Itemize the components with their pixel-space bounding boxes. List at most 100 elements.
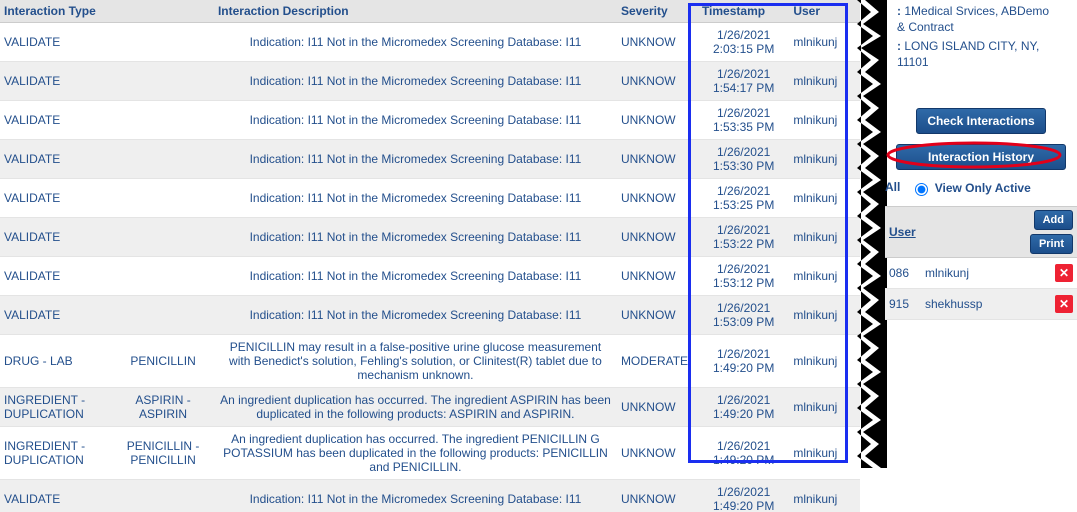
cell-timestamp: 1/26/20211:53:30 PM <box>698 140 789 179</box>
cell-timestamp: 1/26/20211:53:22 PM <box>698 218 789 257</box>
cell-type: VALIDATE <box>0 179 112 218</box>
print-button[interactable]: Print <box>1030 234 1073 254</box>
cell-ingredient <box>112 62 214 101</box>
cell-severity: UNKNOW <box>617 480 698 512</box>
user-list-row[interactable]: 086mlnikunj✕ <box>885 258 1077 289</box>
col-header-sev[interactable]: Severity <box>617 0 698 23</box>
table-row[interactable]: VALIDATE Indication: I11 Not in the Micro… <box>0 257 860 296</box>
cell-description: Indication: I11 Not in the Micromedex Sc… <box>214 296 617 335</box>
cell-ingredient <box>112 101 214 140</box>
table-row[interactable]: INGREDIENT - DUPLICATIONASPIRIN - ASPIRI… <box>0 388 860 427</box>
cell-description: An ingredient duplication has occurred. … <box>214 388 617 427</box>
cell-user: mlnikunj <box>789 257 860 296</box>
row-number: 086 <box>889 266 925 280</box>
cell-severity: UNKNOW <box>617 179 698 218</box>
cell-severity: MODERATE <box>617 335 698 388</box>
cell-description: PENICILLIN may result in a false-positiv… <box>214 335 617 388</box>
table-row[interactable]: VALIDATE Indication: I11 Not in the Micro… <box>0 140 860 179</box>
cell-type: VALIDATE <box>0 257 112 296</box>
cell-severity: UNKNOW <box>617 257 698 296</box>
cell-type: VALIDATE <box>0 480 112 512</box>
interaction-history-button[interactable]: Interaction History <box>896 144 1066 170</box>
cell-timestamp: 1/26/20211:49:20 PM <box>698 427 789 480</box>
cell-severity: UNKNOW <box>617 101 698 140</box>
table-row[interactable]: VALIDATEIndication: I11 Not in the Micro… <box>0 179 860 218</box>
cell-description: Indication: I11 Not in the Micromedex Sc… <box>214 23 617 62</box>
cell-type: VALIDATE <box>0 218 112 257</box>
cell-user: mlnikunj <box>789 427 860 480</box>
facility-line1: 1Medical Srvices, ABDemo <box>904 4 1049 18</box>
col-header-user[interactable]: User <box>789 0 860 23</box>
row-user: mlnikunj <box>925 266 1055 280</box>
cell-description: Indication: I11 Not in the Micromedex Sc… <box>214 480 617 512</box>
view-only-active-option[interactable]: View Only Active <box>910 181 1030 195</box>
cell-ingredient <box>112 140 214 179</box>
cell-timestamp: 1/26/20212:03:15 PM <box>698 23 789 62</box>
cell-timestamp: 1/26/20211:49:20 PM <box>698 335 789 388</box>
cell-type: VALIDATE <box>0 296 112 335</box>
delete-icon[interactable]: ✕ <box>1055 295 1073 313</box>
col-header-ing <box>112 0 214 23</box>
cell-ingredient <box>112 480 214 512</box>
delete-icon[interactable]: ✕ <box>1055 264 1073 282</box>
cell-type: INGREDIENT - DUPLICATION <box>0 388 112 427</box>
table-row[interactable]: VALIDATE Indication: I11 Not in the Micro… <box>0 101 860 140</box>
col-header-type[interactable]: Interaction Type <box>0 0 112 23</box>
cell-type: INGREDIENT - DUPLICATION <box>0 427 112 480</box>
cell-ingredient: ASPIRIN - ASPIRIN <box>112 388 214 427</box>
table-row[interactable]: VALIDATE Indication: I11 Not in the Micro… <box>0 218 860 257</box>
user-list-row[interactable]: 915shekhussp✕ <box>885 289 1077 320</box>
cell-description: An ingredient duplication has occurred. … <box>214 427 617 480</box>
cell-ingredient <box>112 218 214 257</box>
cell-severity: UNKNOW <box>617 427 698 480</box>
cell-description: Indication: I11 Not in the Micromedex Sc… <box>214 257 617 296</box>
cell-timestamp: 1/26/20211:53:12 PM <box>698 257 789 296</box>
col-header-desc[interactable]: Interaction Description <box>214 0 617 23</box>
cell-ingredient <box>112 257 214 296</box>
cell-ingredient <box>112 296 214 335</box>
facility-line4: 11101 <box>897 55 1077 71</box>
cell-type: VALIDATE <box>0 101 112 140</box>
facility-line3: LONG ISLAND CITY, NY, <box>904 39 1039 53</box>
cell-ingredient <box>112 179 214 218</box>
cell-type: VALIDATE <box>0 140 112 179</box>
cell-description: Indication: I11 Not in the Micromedex Sc… <box>214 218 617 257</box>
table-row[interactable]: VALIDATEIndication: I11 Not in the Micro… <box>0 62 860 101</box>
view-all-option[interactable]: All <box>885 181 904 195</box>
col-header-ts[interactable]: Timestamp <box>698 0 789 23</box>
cell-timestamp: 1/26/20211:53:09 PM <box>698 296 789 335</box>
cell-severity: UNKNOW <box>617 218 698 257</box>
cell-user: mlnikunj <box>789 388 860 427</box>
user-column-header[interactable]: User <box>889 225 1030 239</box>
user-list-header: User Add Print <box>885 206 1077 258</box>
cell-timestamp: 1/26/20211:54:17 PM <box>698 62 789 101</box>
cell-type: VALIDATE <box>0 23 112 62</box>
cell-description: Indication: I11 Not in the Micromedex Sc… <box>214 140 617 179</box>
cell-timestamp: 1/26/20211:49:20 PM <box>698 480 789 512</box>
cell-description: Indication: I11 Not in the Micromedex Sc… <box>214 62 617 101</box>
table-row[interactable]: VALIDATE Indication: I11 Not in the Micro… <box>0 23 860 62</box>
add-button[interactable]: Add <box>1034 210 1073 230</box>
cell-user: mlnikunj <box>789 218 860 257</box>
table-row[interactable]: VALIDATE Indication: I11 Not in the Micro… <box>0 480 860 512</box>
cell-severity: UNKNOW <box>617 296 698 335</box>
facility-info: : 1Medical Srvices, ABDemo & Contract : … <box>885 0 1077 70</box>
cell-type: DRUG - LAB <box>0 335 112 388</box>
cell-user: mlnikunj <box>789 23 860 62</box>
cell-ingredient <box>112 23 214 62</box>
table-row[interactable]: DRUG - LABPENICILLINPENICILLIN may resul… <box>0 335 860 388</box>
check-interactions-button[interactable]: Check Interactions <box>916 108 1045 134</box>
cell-user: mlnikunj <box>789 296 860 335</box>
torn-edge-decoration <box>857 0 887 470</box>
cell-timestamp: 1/26/20211:53:25 PM <box>698 179 789 218</box>
cell-user: mlnikunj <box>789 101 860 140</box>
cell-description: Indication: I11 Not in the Micromedex Sc… <box>214 101 617 140</box>
cell-ingredient: PENICILLIN - PENICILLIN <box>112 427 214 480</box>
cell-severity: UNKNOW <box>617 140 698 179</box>
table-row[interactable]: INGREDIENT - DUPLICATIONPENICILLIN - PEN… <box>0 427 860 480</box>
table-row[interactable]: VALIDATE Indication: I11 Not in the Micro… <box>0 296 860 335</box>
interaction-table: Interaction Type Interaction Description… <box>0 0 860 512</box>
view-active-radio[interactable] <box>915 183 928 196</box>
cell-user: mlnikunj <box>789 335 860 388</box>
cell-severity: UNKNOW <box>617 62 698 101</box>
